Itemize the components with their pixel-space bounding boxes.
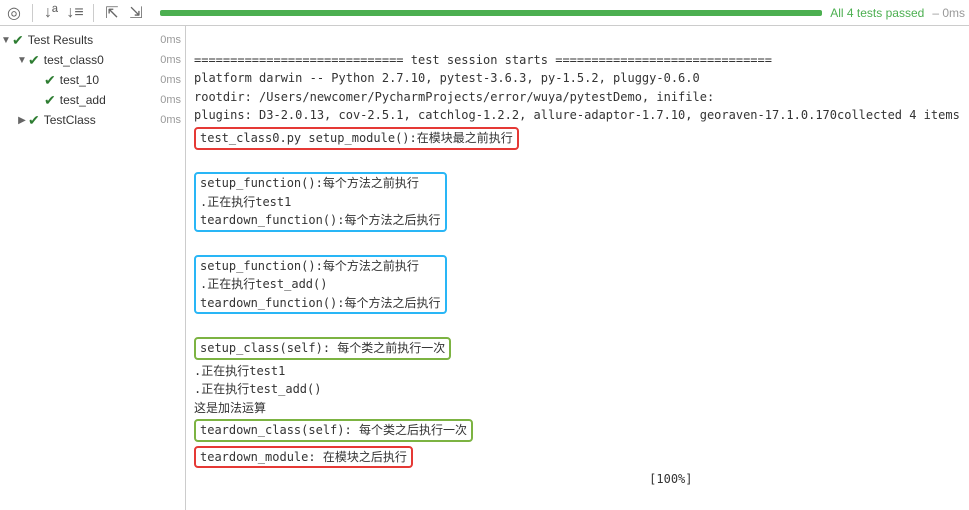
tree-label: TestClass xyxy=(44,113,160,127)
test-runner-toolbar: ◎ ↓ª ↓≡ ⇱ ⇲ All 4 tests passed – 0ms xyxy=(0,0,969,26)
tree-item[interactable]: ✔ test_100ms xyxy=(0,70,185,90)
text-line: rootdir: /Users/newcomer/PycharmProjects… xyxy=(194,90,714,104)
progress-area: All 4 tests passed – 0ms xyxy=(160,6,965,20)
check-icon: ✔ xyxy=(28,52,40,69)
chevron-down-icon[interactable]: ▼ xyxy=(0,35,12,46)
chevron-right-icon[interactable]: ▶ xyxy=(16,115,28,126)
tree-time: 0ms xyxy=(160,54,181,66)
highlight-box: setup_function():每个方法之前执行 .正在执行test_add(… xyxy=(194,255,447,315)
sort-up-icon[interactable]: ↓≡ xyxy=(65,3,85,23)
check-icon: ✔ xyxy=(44,72,56,89)
progress-bar xyxy=(160,10,822,16)
text-line: .正在执行test1 xyxy=(194,364,285,378)
highlight-box: teardown_class(self): 每个类之后执行一次 xyxy=(194,419,473,442)
text-line: [100%] xyxy=(194,472,693,486)
chevron-down-icon[interactable]: ▼ xyxy=(16,55,28,66)
text-line: platform darwin -- Python 2.7.10, pytest… xyxy=(194,71,700,85)
status-time: – 0ms xyxy=(932,6,965,20)
highlight-box: setup_function():每个方法之前执行 .正在执行test1 tea… xyxy=(194,172,447,232)
history-icon[interactable]: ◎ xyxy=(4,3,24,23)
tree-item[interactable]: ✔ test_add0ms xyxy=(0,90,185,110)
tree-item[interactable]: ▶✔ TestClass0ms xyxy=(0,110,185,130)
console-output[interactable]: ============================= test sessi… xyxy=(186,26,969,510)
highlight-box: test_class0.py setup_module():在模块最之前执行 xyxy=(194,127,519,150)
tree-item-root[interactable]: ▼✔ Test Results0ms xyxy=(0,30,185,50)
separator xyxy=(93,4,94,22)
tree-label: Test Results xyxy=(28,33,160,47)
tree-time: 0ms xyxy=(160,34,181,46)
collapse-all-icon[interactable]: ⇲ xyxy=(126,3,146,23)
separator xyxy=(32,4,33,22)
check-icon: ✔ xyxy=(12,32,24,49)
text-line: .正在执行test_add() xyxy=(194,382,321,396)
expand-all-icon[interactable]: ⇱ xyxy=(102,3,122,23)
tree-label: test_add xyxy=(60,93,160,107)
check-icon: ✔ xyxy=(44,92,56,109)
tree-item[interactable]: ▼✔ test_class00ms xyxy=(0,50,185,70)
text-line: plugins: D3-2.0.13, cov-2.5.1, catchlog-… xyxy=(194,108,960,122)
text-line: 这是加法运算 xyxy=(194,401,266,415)
tree-time: 0ms xyxy=(160,94,181,106)
tree-label: test_10 xyxy=(60,73,160,87)
main-area: ▼✔Test Results0ms ▼✔test_class00ms ✔test… xyxy=(0,26,969,510)
sort-down-icon[interactable]: ↓ª xyxy=(41,3,61,23)
check-icon: ✔ xyxy=(28,112,40,129)
tree-time: 0ms xyxy=(160,114,181,126)
highlight-box: setup_class(self): 每个类之前执行一次 xyxy=(194,337,451,360)
tree-label: test_class0 xyxy=(44,53,160,67)
highlight-box: teardown_module: 在模块之后执行 xyxy=(194,446,413,469)
text-line: ============================= test sessi… xyxy=(194,53,772,67)
tree-time: 0ms xyxy=(160,74,181,86)
status-passed: All 4 tests passed xyxy=(830,6,924,20)
test-tree: ▼✔Test Results0ms ▼✔test_class00ms ✔test… xyxy=(0,26,186,510)
